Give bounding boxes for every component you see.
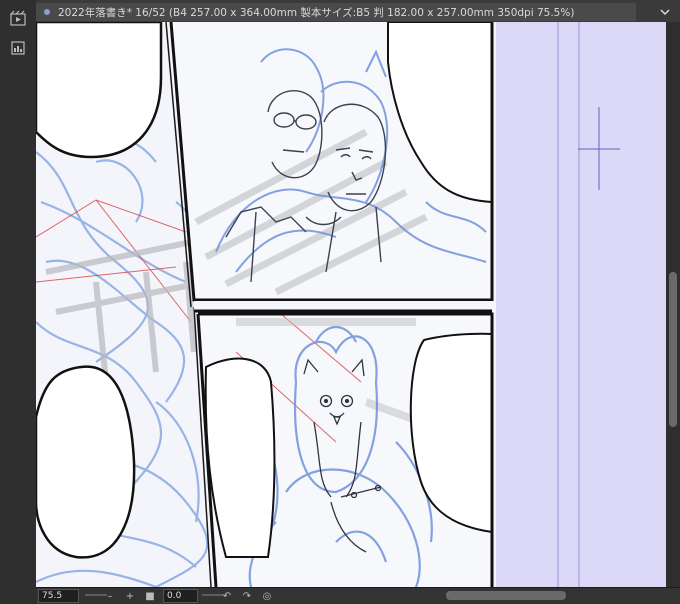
rotate-left-icon[interactable]: ↶ (222, 591, 232, 602)
chevron-down-icon[interactable] (658, 4, 672, 18)
left-toolbar (0, 0, 37, 603)
zoom-in-icon[interactable]: + (125, 591, 135, 602)
speech-balloon-bottom (36, 365, 136, 559)
zoom-input[interactable]: 75.5 (38, 589, 79, 603)
zoom-out-icon[interactable]: – (105, 591, 115, 602)
rotate-right-icon[interactable]: ↷ (242, 591, 252, 602)
rotation-input[interactable]: 0.0 (163, 589, 198, 603)
outside-margin (496, 22, 666, 587)
layer-panel-icon[interactable] (8, 38, 28, 58)
document-tab[interactable]: 2022年落書き* 16/52 (B4 257.00 x 364.00mm 製本… (36, 3, 636, 21)
fit-icon[interactable]: ■ (145, 591, 155, 602)
status-bar: 75.5 – + ■ 0.0 ↶ ↷ ◎ (36, 587, 680, 604)
tab-title: 2022年落書き* 16/52 (B4 257.00 x 364.00mm 製本… (58, 6, 575, 19)
canvas-artwork[interactable] (36, 22, 666, 587)
tab-modified-dot (44, 9, 50, 15)
canvas-area[interactable] (36, 22, 666, 587)
panel-top (169, 22, 494, 302)
horizontal-scroll-thumb[interactable] (446, 591, 566, 600)
vertical-scroll-thumb[interactable] (669, 272, 677, 427)
zoom-slider-icon[interactable] (85, 590, 107, 603)
rotation-slider-icon[interactable] (202, 590, 224, 603)
speech-balloon-top (36, 22, 163, 159)
reset-rotation-icon[interactable]: ◎ (262, 591, 272, 602)
animation-icon[interactable] (8, 8, 28, 28)
vertical-scrollbar[interactable] (666, 22, 680, 587)
tab-bar: 2022年落書き* 16/52 (B4 257.00 x 364.00mm 製本… (36, 0, 680, 23)
panel-bottom (196, 312, 494, 587)
